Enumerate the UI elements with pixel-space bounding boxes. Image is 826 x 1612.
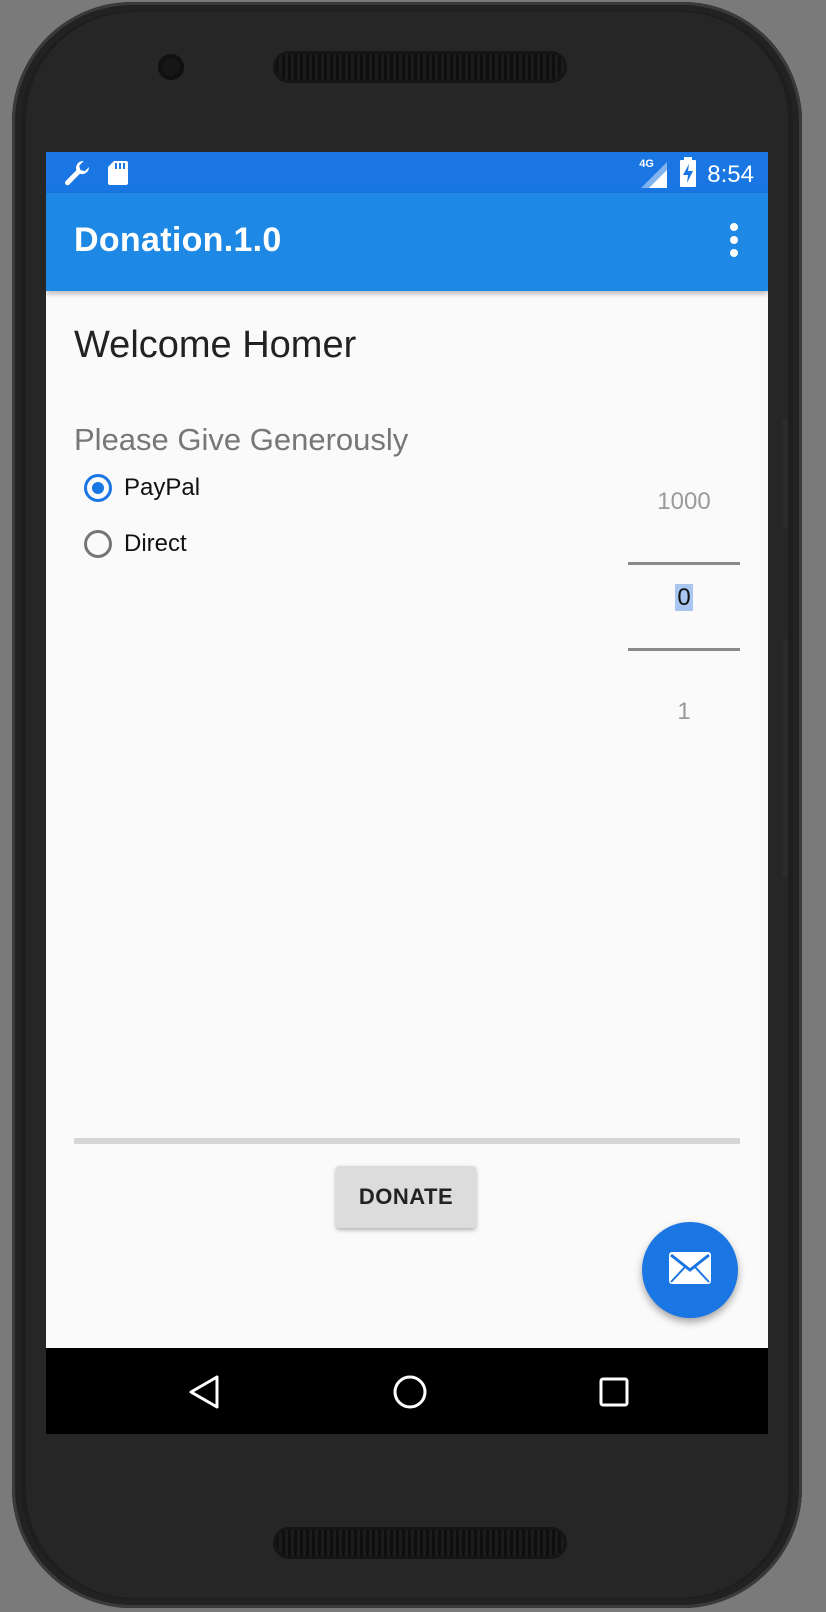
mail-fab-button[interactable]	[642, 1222, 738, 1318]
volume-button	[782, 638, 788, 878]
bottom-speaker	[276, 1530, 564, 1556]
picker-previous-value[interactable]: 1000	[628, 488, 740, 516]
radio-button-checked[interactable]	[84, 474, 112, 502]
network-type-label: 4G	[639, 157, 654, 170]
power-button	[782, 418, 788, 528]
donate-button[interactable]: DONATE	[336, 1166, 476, 1228]
home-icon[interactable]	[386, 1368, 434, 1416]
picker-current-value[interactable]: 0	[628, 584, 740, 612]
payment-option-direct[interactable]: Direct	[84, 530, 187, 558]
overflow-menu-icon[interactable]	[724, 223, 744, 261]
picker-divider-top	[628, 562, 740, 565]
mail-icon	[668, 1251, 712, 1290]
app-bar: Donation.1.0	[46, 193, 768, 291]
app-screen: 4G 8:54 Donation.1.0 Welcome Homer Pleas…	[46, 152, 768, 1434]
battery-charging-icon	[679, 157, 697, 192]
recents-icon[interactable]	[590, 1368, 638, 1416]
payment-option-label: PayPal	[124, 474, 201, 501]
status-time: 8:54	[707, 160, 754, 188]
app-title: Donation.1.0	[74, 221, 282, 259]
sd-card-icon	[106, 159, 130, 192]
back-icon[interactable]	[180, 1368, 228, 1416]
welcome-heading: Welcome Homer	[74, 324, 357, 366]
front-camera	[158, 54, 184, 80]
donation-progress-bar	[74, 1138, 740, 1144]
wrench-icon	[62, 158, 92, 193]
payment-option-paypal[interactable]: PayPal	[84, 474, 200, 502]
picker-next-value[interactable]: 1	[628, 698, 740, 726]
donation-prompt: Please Give Generously	[74, 422, 409, 457]
navigation-bar	[46, 1348, 768, 1434]
radio-button-unchecked[interactable]	[84, 530, 112, 558]
earpiece-speaker	[276, 54, 564, 80]
payment-option-label: Direct	[124, 530, 187, 557]
picker-divider-bottom	[628, 648, 740, 651]
picker-current-text[interactable]: 0	[675, 584, 693, 611]
amount-number-picker[interactable]: 1000 0 1	[628, 470, 740, 890]
status-bar: 4G 8:54	[46, 152, 768, 193]
signal-icon: 4G	[639, 157, 669, 190]
